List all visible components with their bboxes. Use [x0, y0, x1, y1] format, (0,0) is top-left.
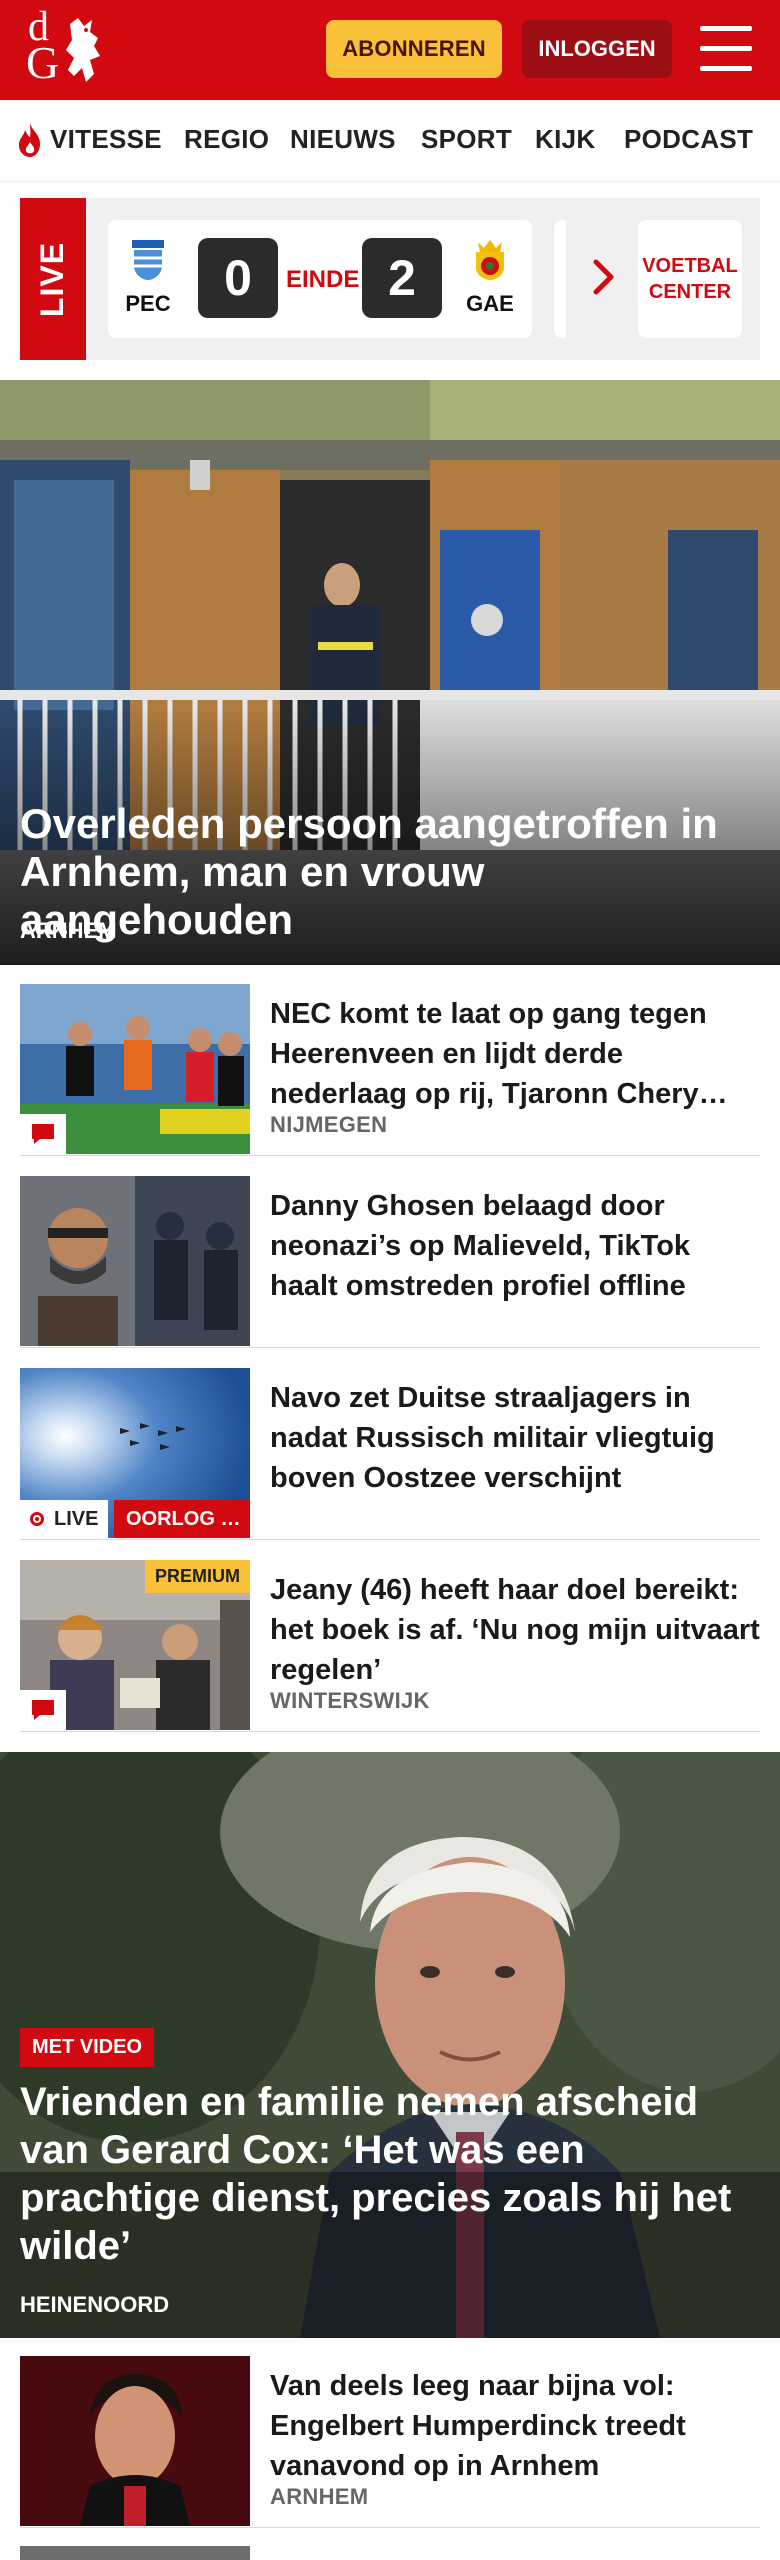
category-badge: OORLOG … [114, 1500, 250, 1538]
hero-title[interactable]: Overleden persoon aangetroffen in Arnhem… [20, 800, 760, 944]
nav-item-regio[interactable]: REGIO [184, 124, 269, 155]
article-thumbnail: LIVE OORLOG … [20, 1368, 250, 1538]
live-score-widget: LIVE PEC 0 EINDE 2 GAE VOETBAL CENTER [20, 198, 760, 360]
logo-letter-g: G [26, 37, 60, 88]
article-thumbnail [20, 2356, 250, 2526]
away-team: GAE [460, 238, 520, 317]
live-indicator: LIVE [20, 1500, 109, 1538]
menu-icon[interactable] [700, 26, 752, 72]
football-center-button[interactable]: VOETBAL CENTER [638, 220, 742, 338]
hero-location-tag: ARNHEM [20, 918, 117, 943]
article-title[interactable]: NEC komt te laat op gang tegen Heerenvee… [270, 994, 760, 1114]
article-title[interactable]: Danny Ghosen belaagd door neonazi’s op M… [270, 1186, 760, 1306]
subscribe-button[interactable]: ABONNEREN [326, 20, 502, 78]
comment-icon [32, 1124, 54, 1144]
list-item[interactable]: Van deels leeg naar bijna vol: Engelbert… [20, 2356, 760, 2528]
nav-item-podcast[interactable]: PODCAST [624, 124, 753, 155]
login-button[interactable]: INLOGGEN [522, 20, 672, 78]
live-tab[interactable]: LIVE [20, 198, 86, 360]
nav-item-nieuws[interactable]: NIEUWS [290, 124, 396, 155]
away-team-abbr: GAE [466, 291, 514, 316]
horse-emblem-icon [66, 18, 100, 82]
nav-item-kijk[interactable]: KIJK [535, 124, 595, 155]
article-title[interactable]: Jeany (46) heeft haar doel bereikt: het … [270, 1570, 760, 1690]
article-location-tag: WINTERSWIJK [270, 1688, 430, 1713]
article-thumbnail: PREMIUM [20, 1560, 250, 1730]
list-item[interactable]: PREMIUM Jeany (46) heeft haar doel berei… [20, 1560, 760, 1732]
article-thumbnail [20, 1176, 250, 1346]
home-team-abbr: PEC [125, 291, 171, 316]
top-header: d G ABONNEREN INLOGGEN [0, 0, 780, 100]
article-title[interactable]: Navo zet Duitse straaljagers in nadat Ru… [270, 1378, 760, 1498]
match-status: EINDE [286, 266, 360, 293]
section-nav: VITESSE REGIO NIEUWS SPORT KIJK PODCAST [0, 100, 780, 182]
site-logo[interactable]: d G [22, 6, 114, 88]
comment-icon [32, 1700, 54, 1720]
article-thumbnail [20, 984, 250, 1154]
home-team: PEC [118, 238, 178, 317]
home-score: 0 [198, 238, 278, 318]
hero-article[interactable]: Overleden persoon aangetroffen in Arnhem… [0, 380, 780, 965]
live-tab-label: LIVE [34, 241, 71, 317]
next-match-card-stub[interactable] [554, 220, 566, 338]
pec-crest-icon [132, 240, 164, 280]
chevron-right-icon[interactable] [592, 258, 616, 296]
hero-location-tag: HEINENOORD [20, 2292, 170, 2317]
premium-badge: PREMIUM [145, 1560, 250, 1593]
live-label: LIVE [54, 1507, 99, 1530]
article-location-tag: NIJMEGEN [270, 1112, 388, 1137]
article-title[interactable]: Van deels leeg naar bijna vol: Engelbert… [270, 2366, 760, 2486]
flame-icon [19, 123, 40, 157]
live-dot-icon [30, 1512, 44, 1526]
list-item[interactable]: Danny Ghosen belaagd door neonazi’s op M… [20, 1176, 760, 1348]
video-badge: MET VIDEO [20, 2028, 155, 2067]
gae-crest-icon [476, 240, 504, 280]
hero-title[interactable]: Vrienden en familie nemen afscheid van G… [20, 2078, 760, 2270]
comment-badge [20, 1114, 66, 1154]
nav-item-sport[interactable]: SPORT [421, 124, 512, 155]
match-card[interactable]: PEC 0 EINDE 2 GAE [108, 220, 532, 338]
next-article-thumbnail-partial [20, 2546, 250, 2560]
list-item[interactable]: NEC komt te laat op gang tegen Heerenvee… [20, 984, 760, 1156]
nav-item-vitesse[interactable]: VITESSE [50, 124, 162, 155]
hero-article[interactable]: MET VIDEO Vrienden en familie nemen afsc… [0, 1752, 780, 2338]
comment-badge [20, 1690, 66, 1730]
list-item[interactable]: LIVE OORLOG … Navo zet Duitse straaljage… [20, 1368, 760, 1540]
away-score: 2 [362, 238, 442, 318]
article-location-tag: ARNHEM [270, 2484, 369, 2509]
